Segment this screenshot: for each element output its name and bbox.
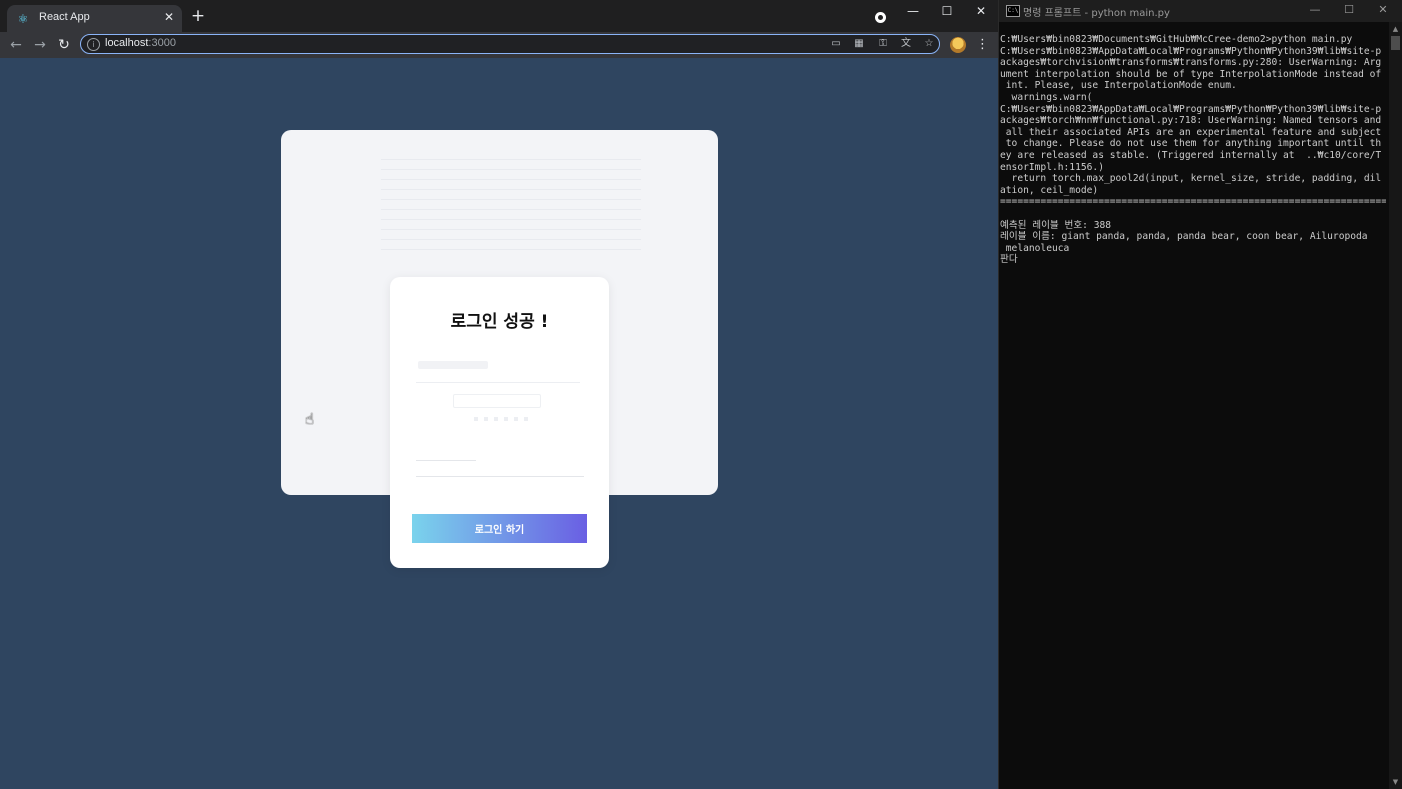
star-bookmark-icon[interactable]: ☆ xyxy=(922,37,936,51)
menu-dots-icon[interactable]: ⋮ xyxy=(976,36,989,54)
console-line: ensorImpl.h:1156.) xyxy=(1000,161,1104,173)
faded-label xyxy=(418,361,488,369)
browser-window: ⚛ React App ✕ + — ☐ ✕ ← → ↻ i localhost:… xyxy=(0,0,998,789)
scroll-thumb[interactable] xyxy=(1391,36,1400,50)
forward-arrow-icon[interactable]: → xyxy=(31,36,49,54)
console-minimize-button[interactable]: — xyxy=(1305,3,1325,17)
url-host: localhost xyxy=(105,37,149,49)
console-line: ument interpolation should be of type In… xyxy=(1000,68,1382,80)
qr-code-icon[interactable]: ▦ xyxy=(852,37,866,51)
console-line: return torch.max_pool2d(input, kernel_si… xyxy=(1000,173,1382,185)
console-line: 판다 xyxy=(1000,254,1018,266)
info-icon[interactable]: i xyxy=(87,38,100,51)
faded-box xyxy=(453,394,541,408)
console-app-icon: C:\ xyxy=(1006,5,1020,17)
login-title: 로그인 성공 ! xyxy=(450,312,549,332)
new-tab-button[interactable]: + xyxy=(190,8,206,25)
console-close-button[interactable]: ✕ xyxy=(1373,3,1393,17)
scroll-up-icon[interactable]: ▲ xyxy=(1389,24,1402,34)
faded-content xyxy=(381,150,641,270)
console-line: 예측된 레이블 번호: 388 xyxy=(1000,219,1112,231)
url-text[interactable]: localhost:3000 xyxy=(105,37,176,49)
browser-toolbar: ← → ↻ i localhost:3000 ▭ ▦ ⚿ 文 ☆ ⋮ xyxy=(0,32,998,58)
console-line: warnings.warn( xyxy=(1000,91,1093,103)
minimize-button[interactable]: — xyxy=(900,4,926,18)
console-maximize-button[interactable]: ☐ xyxy=(1339,3,1359,17)
hand-cursor-icon: ☝ xyxy=(305,410,315,428)
tab-close-icon[interactable]: ✕ xyxy=(162,10,176,24)
command-prompt-window: C:\ 명령 프롬프트 - python main.py — ☐ ✕ C:₩Us… xyxy=(998,0,1402,789)
translate-icon[interactable]: 文 xyxy=(899,37,913,51)
console-line: C:₩Users₩bin0823₩Documents₩GitHub₩McCree… xyxy=(1000,34,1353,45)
console-line: ackages₩torchvision₩transforms₩transform… xyxy=(1000,57,1382,69)
reload-icon[interactable]: ↻ xyxy=(55,36,73,54)
faded-dots xyxy=(474,417,534,421)
console-line: C:₩Users₩bin0823₩AppData₩Local₩Programs₩… xyxy=(1000,103,1382,115)
url-port: :3000 xyxy=(148,37,176,49)
tab-react-app[interactable]: ⚛ React App ✕ xyxy=(7,5,182,32)
tab-strip: ⚛ React App ✕ + — ☐ ✕ xyxy=(0,0,998,32)
console-line: 레이블 이름: giant panda, panda, panda bear, … xyxy=(1000,231,1368,243)
react-favicon-icon: ⚛ xyxy=(17,12,29,26)
console-titlebar: C:\ 명령 프롬프트 - python main.py — ☐ ✕ xyxy=(999,0,1402,22)
console-line: C:₩Users₩bin0823₩AppData₩Local₩Programs₩… xyxy=(1000,45,1382,57)
console-output[interactable]: C:₩Users₩bin0823₩Documents₩GitHub₩McCree… xyxy=(1000,34,1386,784)
console-scrollbar[interactable]: ▲ ▼ xyxy=(1389,22,1402,789)
console-line: ey are released as stable. (Triggered in… xyxy=(1000,149,1382,161)
login-success-card: 로그인 성공 ! 로그인 하기 xyxy=(390,277,609,568)
address-bar[interactable]: i localhost:3000 ▭ ▦ ⚿ 文 ☆ xyxy=(80,34,940,54)
back-arrow-icon[interactable]: ← xyxy=(7,36,25,54)
page-viewport: 로그인 성공 ! 로그인 하기 ☝ xyxy=(0,58,998,789)
faded-divider xyxy=(416,460,476,461)
faded-divider xyxy=(416,382,580,383)
console-line: ========================================… xyxy=(1000,196,1386,208)
faded-divider xyxy=(416,476,584,477)
scroll-down-icon[interactable]: ▼ xyxy=(1389,777,1402,787)
cast-icon[interactable]: ▭ xyxy=(829,37,843,51)
tab-title: React App xyxy=(39,11,90,23)
close-button[interactable]: ✕ xyxy=(968,4,994,18)
console-line: melanoleuca xyxy=(1000,242,1070,254)
console-line: int. Please, use InterpolationMode enum. xyxy=(1000,80,1237,92)
recording-indicator-icon[interactable] xyxy=(875,12,886,23)
console-title: 명령 프롬프트 - python main.py xyxy=(1023,8,1170,19)
console-line: ation, ceil_mode) xyxy=(1000,184,1099,196)
profile-avatar-icon[interactable] xyxy=(950,37,966,53)
key-icon[interactable]: ⚿ xyxy=(876,37,890,51)
console-line: all their associated APIs are an experim… xyxy=(1000,126,1382,138)
login-button[interactable]: 로그인 하기 xyxy=(412,514,587,543)
console-line: to change. Please do not use them for an… xyxy=(1000,138,1382,150)
console-line: ackages₩torch₩nn₩functional.py:718: User… xyxy=(1000,115,1382,127)
maximize-button[interactable]: ☐ xyxy=(934,4,960,18)
